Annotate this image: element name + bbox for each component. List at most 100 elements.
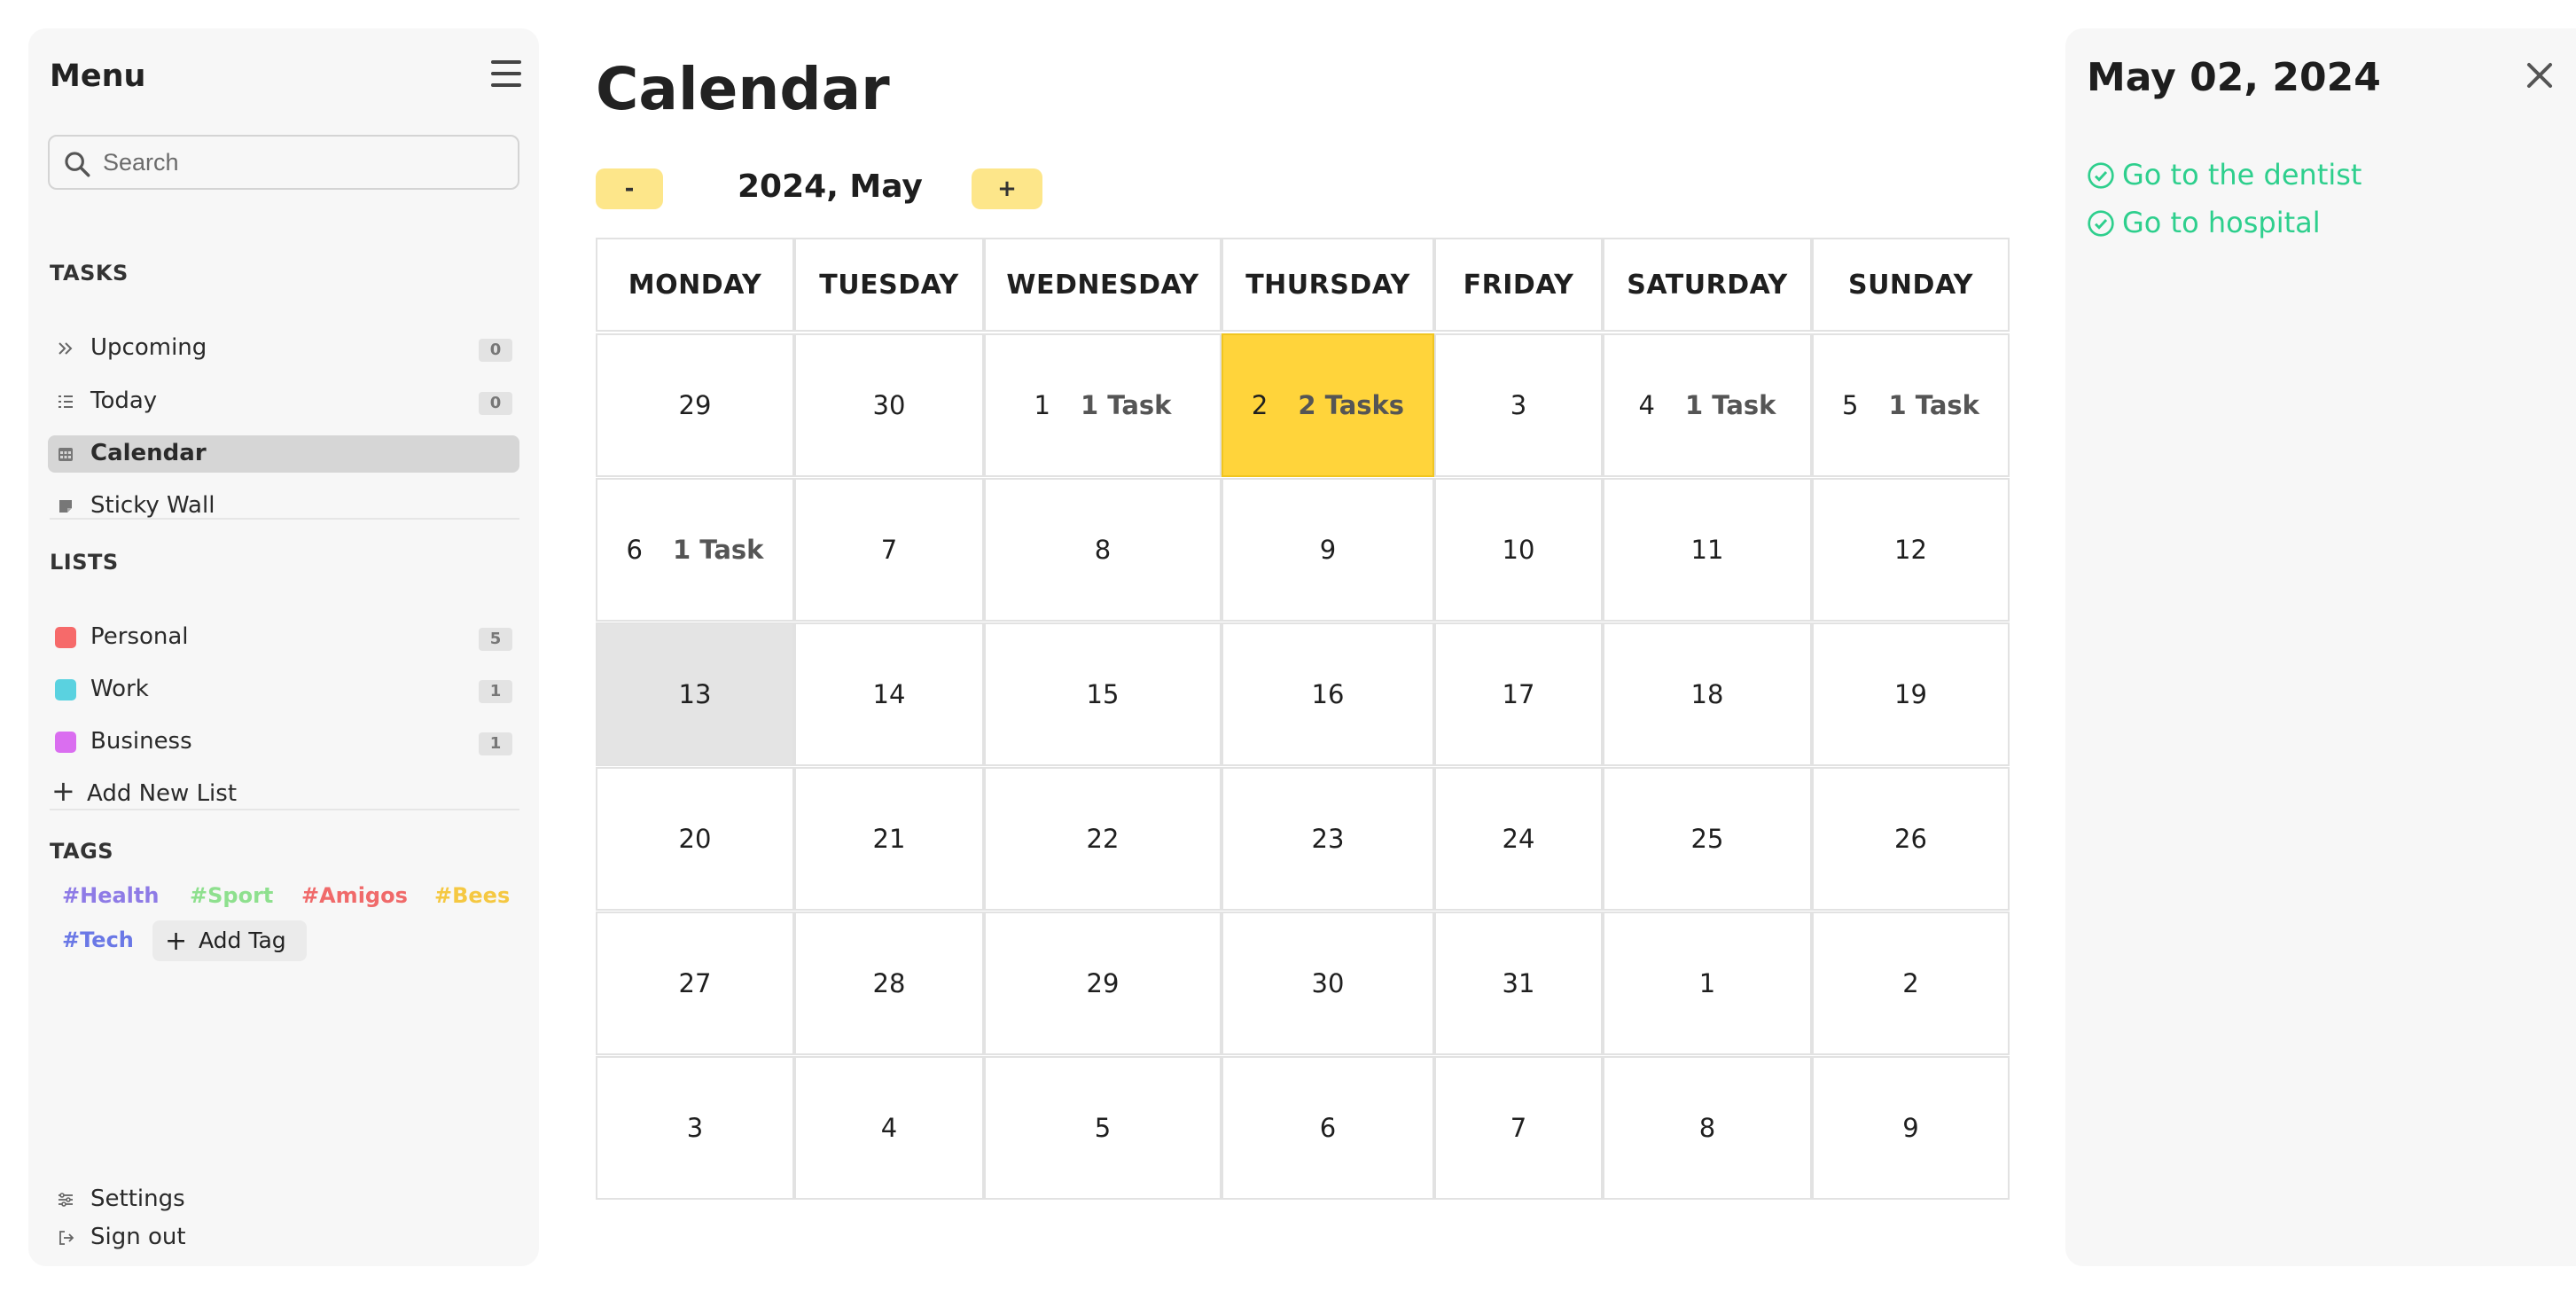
calendar-day-cell[interactable]: 26 — [1812, 767, 2010, 911]
day-number: 19 — [1894, 679, 1927, 709]
day-number: 18 — [1690, 679, 1724, 709]
calendar-day-cell[interactable]: 2 — [1812, 912, 2010, 1055]
tag-tech[interactable]: #Tech — [62, 927, 134, 952]
close-icon[interactable] — [2526, 62, 2553, 89]
previous-month-button[interactable]: - — [596, 168, 663, 209]
hamburger-menu-icon[interactable] — [491, 60, 521, 89]
nav-label: Calendar — [90, 440, 207, 466]
list-item-work[interactable]: Work 1 — [48, 671, 519, 708]
calendar-day-cell[interactable]: 28 — [794, 912, 984, 1055]
calendar-day-cell[interactable]: 18 — [1603, 622, 1812, 766]
sign-out-icon — [59, 1231, 74, 1245]
calendar-day-cell[interactable]: 11 — [1603, 478, 1812, 622]
tasks-section-label: TASKS — [50, 261, 129, 286]
day-number: 31 — [1502, 968, 1535, 998]
list-color-swatch — [55, 732, 76, 753]
calendar-day-cell[interactable]: 10 — [1434, 478, 1603, 622]
calendar-day-cell[interactable]: 29 — [984, 912, 1222, 1055]
check-circle-icon — [2088, 162, 2114, 189]
calendar-day-cell[interactable]: 13 — [596, 622, 794, 766]
day-number: 28 — [872, 968, 906, 998]
lists-section-label: LISTS — [50, 550, 119, 575]
count-badge: 0 — [479, 392, 512, 415]
count-badge: 1 — [479, 732, 512, 755]
tag-bees[interactable]: #Bees — [434, 883, 510, 908]
selected-date-title: May 02, 2024 — [2087, 55, 2381, 100]
calendar-day-cell[interactable]: 31 — [1434, 912, 1603, 1055]
list-item-personal[interactable]: Personal 5 — [48, 619, 519, 656]
calendar-day-cell[interactable]: 30 — [1222, 912, 1434, 1055]
count-badge: 5 — [479, 628, 512, 651]
day-number: 6 — [1319, 1113, 1337, 1143]
count-badge: 1 — [479, 680, 512, 703]
calendar-day-cell[interactable]: 22 — [984, 767, 1222, 911]
calendar-day-cell[interactable]: 17 — [1434, 622, 1603, 766]
day-number: 12 — [1894, 535, 1927, 565]
weekday-header: SUNDAY — [1812, 238, 2010, 332]
nav-item-today[interactable]: Today 0 — [48, 383, 519, 420]
day-number: 2 — [1902, 968, 1919, 998]
tag-sport[interactable]: #Sport — [190, 883, 273, 908]
day-number: 14 — [872, 679, 906, 709]
calendar-day-cell[interactable]: 14 — [794, 622, 984, 766]
calendar-day-cell[interactable]: 2 2 Tasks — [1222, 333, 1434, 477]
calendar-day-cell[interactable]: 21 — [794, 767, 984, 911]
menu-title: Menu — [50, 59, 146, 94]
day-number: 23 — [1311, 824, 1345, 854]
weekday-header: TUESDAY — [794, 238, 984, 332]
calendar-day-cell[interactable]: 24 — [1434, 767, 1603, 911]
tag-amigos[interactable]: #Amigos — [301, 883, 408, 908]
calendar-day-cell[interactable]: 3 — [596, 1056, 794, 1200]
divider — [50, 518, 519, 520]
calendar-day-cell[interactable]: 23 — [1222, 767, 1434, 911]
day-number: 30 — [872, 390, 906, 420]
calendar-day-cell[interactable]: 5 1 Task — [1812, 333, 2010, 477]
calendar-day-cell[interactable]: 6 — [1222, 1056, 1434, 1200]
calendar-day-cell[interactable]: 20 — [596, 767, 794, 911]
day-number: 21 — [872, 824, 906, 854]
nav-item-upcoming[interactable]: Upcoming 0 — [48, 330, 519, 367]
nav-label: Sticky Wall — [90, 492, 215, 519]
day-number: 8 — [1698, 1113, 1716, 1143]
next-month-button[interactable]: + — [972, 168, 1042, 209]
calendar-day-cell[interactable]: 4 1 Task — [1603, 333, 1812, 477]
day-detail-panel: May 02, 2024 Go to the dentist Go to hos… — [2065, 28, 2576, 1266]
day-number: 13 — [678, 679, 712, 709]
task-count-label: 2 Tasks — [1298, 390, 1405, 420]
calendar-day-cell[interactable]: 16 — [1222, 622, 1434, 766]
day-number: 22 — [1086, 824, 1120, 854]
calendar-day-cell[interactable]: 7 — [1434, 1056, 1603, 1200]
search-input[interactable] — [103, 144, 502, 181]
nav-label: Upcoming — [90, 334, 207, 361]
calendar-day-cell[interactable]: 30 — [794, 333, 984, 477]
sign-out-button[interactable]: Sign out — [48, 1219, 519, 1256]
add-new-list-button[interactable]: + Add New List — [48, 774, 519, 813]
calendar-day-cell[interactable]: 7 — [794, 478, 984, 622]
calendar-day-cell[interactable]: 9 — [1222, 478, 1434, 622]
calendar-day-cell[interactable]: 6 1 Task — [596, 478, 794, 622]
calendar-day-cell[interactable]: 1 — [1603, 912, 1812, 1055]
calendar-day-cell[interactable]: 3 — [1434, 333, 1603, 477]
calendar-day-cell[interactable]: 5 — [984, 1056, 1222, 1200]
settings-button[interactable]: Settings — [48, 1181, 519, 1218]
calendar-day-cell[interactable]: 8 — [984, 478, 1222, 622]
list-color-swatch — [55, 679, 76, 700]
day-number: 5 — [1842, 390, 1859, 420]
calendar-day-cell[interactable]: 8 — [1603, 1056, 1812, 1200]
nav-label: Today — [90, 387, 158, 414]
tag-health[interactable]: #Health — [62, 883, 159, 908]
list-item-business[interactable]: Business 1 — [48, 724, 519, 761]
calendar-day-cell[interactable]: 25 — [1603, 767, 1812, 911]
calendar-day-cell[interactable]: 9 — [1812, 1056, 2010, 1200]
nav-item-calendar[interactable]: Calendar — [48, 435, 519, 473]
add-tag-button[interactable]: + Add Tag — [152, 920, 307, 961]
calendar-day-cell[interactable]: 27 — [596, 912, 794, 1055]
calendar-day-cell[interactable]: 1 1 Task — [984, 333, 1222, 477]
calendar-day-cell[interactable]: 29 — [596, 333, 794, 477]
task-count-label: 1 Task — [673, 535, 764, 565]
search-box[interactable] — [48, 135, 519, 190]
calendar-day-cell[interactable]: 12 — [1812, 478, 2010, 622]
calendar-day-cell[interactable]: 19 — [1812, 622, 2010, 766]
calendar-day-cell[interactable]: 4 — [794, 1056, 984, 1200]
calendar-day-cell[interactable]: 15 — [984, 622, 1222, 766]
